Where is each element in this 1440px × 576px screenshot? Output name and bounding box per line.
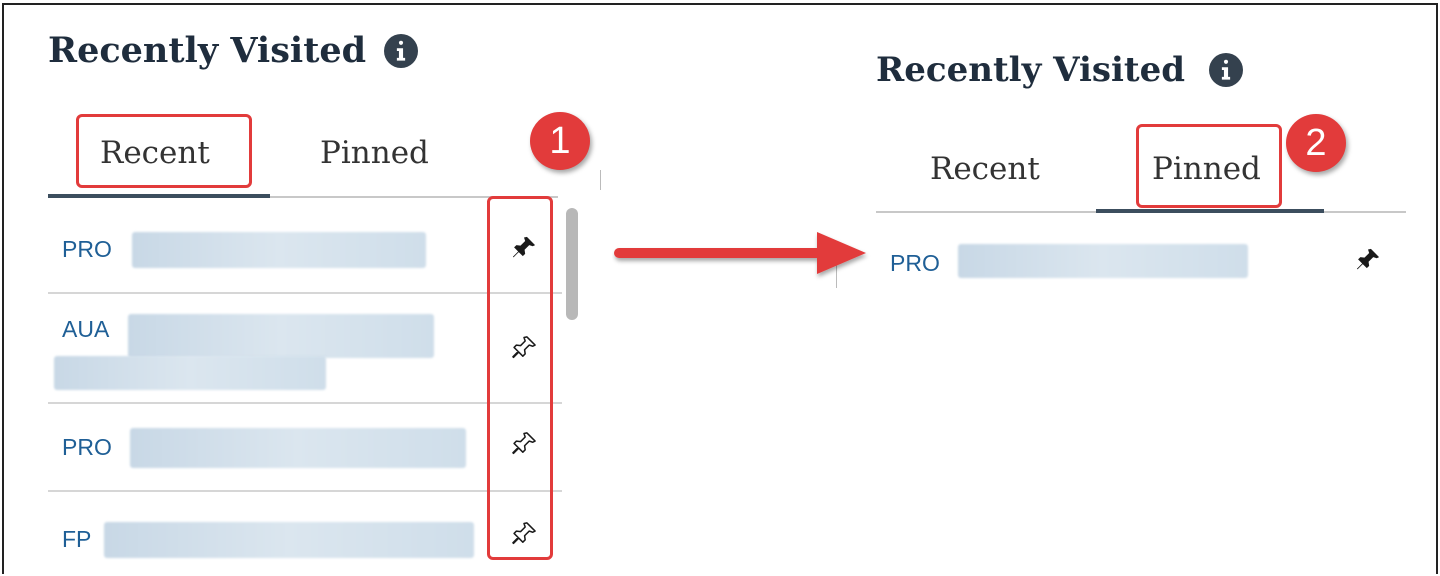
list-item[interactable]: AUA <box>48 294 562 404</box>
panel-title: Recently Visited <box>876 50 1410 90</box>
item-link[interactable]: PRO <box>890 250 940 277</box>
callout-highlight-pinned-tab <box>1136 124 1282 208</box>
redacted-item-name <box>130 428 466 468</box>
pin-filled-icon[interactable] <box>1354 246 1382 274</box>
redacted-item-name <box>104 522 474 558</box>
arrow-right-icon <box>614 232 866 274</box>
callout-highlight-pin-column <box>487 196 553 560</box>
info-circle-icon[interactable] <box>1209 53 1244 87</box>
item-link[interactable]: AUA <box>62 316 109 343</box>
callout-highlight-recent-tab <box>76 114 252 188</box>
redacted-item-name-line2 <box>54 356 326 390</box>
step-badge-1: 1 <box>530 112 590 170</box>
panel-title: Recently Visited <box>48 30 568 71</box>
divider-tick <box>600 170 601 190</box>
panel-title-text: Recently Visited <box>48 30 367 71</box>
redacted-item-name <box>958 244 1248 278</box>
list-item[interactable]: FP <box>48 492 562 576</box>
step-badge-2: 2 <box>1286 114 1346 172</box>
redacted-item-name <box>128 314 434 358</box>
recent-items-list: PRO AUA PRO FP <box>48 204 562 576</box>
scrollbar-thumb[interactable] <box>566 208 578 320</box>
info-circle-icon[interactable] <box>384 33 419 68</box>
active-tab-indicator <box>1096 209 1324 213</box>
item-link[interactable]: PRO <box>62 434 112 461</box>
active-tab-indicator <box>48 194 270 198</box>
list-item[interactable]: PRO <box>876 216 1406 306</box>
tab-recent[interactable]: Recent <box>930 154 1040 185</box>
tab-pinned[interactable]: Pinned <box>320 138 429 169</box>
pinned-items-list: PRO <box>876 216 1406 306</box>
item-link[interactable]: FP <box>62 526 91 553</box>
list-item[interactable]: PRO <box>48 404 562 492</box>
item-link[interactable]: PRO <box>62 236 112 263</box>
list-item[interactable]: PRO <box>48 204 562 294</box>
redacted-item-name <box>132 232 426 268</box>
panel-title-text: Recently Visited <box>876 50 1186 90</box>
